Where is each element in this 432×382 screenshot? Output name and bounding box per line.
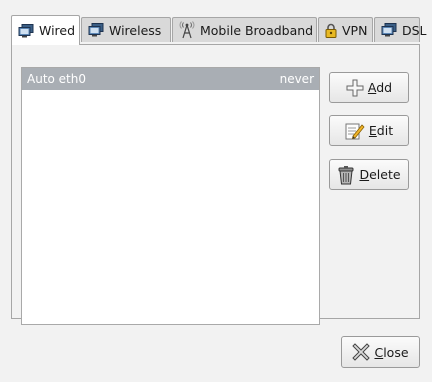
list-item[interactable]: Auto eth0 never <box>22 68 319 90</box>
tab-bar: Wired Wireless Mobile Broadband VPN DSL <box>11 15 427 45</box>
add-icon <box>346 79 364 97</box>
connection-last-used: never <box>279 72 314 86</box>
network-wireless-icon <box>88 23 104 37</box>
tab-label: Mobile Broadband <box>200 22 314 38</box>
tab-wireless[interactable]: Wireless <box>81 17 171 42</box>
delete-label: Delete <box>359 167 401 182</box>
tab-label: VPN <box>342 22 368 38</box>
trash-icon <box>337 165 355 185</box>
network-dsl-icon <box>381 23 397 37</box>
wired-tab-page: Auto eth0 never Add Edit Delete <box>11 44 420 325</box>
tab-dsl[interactable]: DSL <box>374 17 427 42</box>
edit-label: Edit <box>368 123 394 138</box>
edit-icon <box>345 121 365 141</box>
tab-vpn[interactable]: VPN <box>318 17 373 42</box>
antenna-icon <box>179 21 195 39</box>
tab-label: Wireless <box>109 22 162 38</box>
tab-wired[interactable]: Wired <box>11 15 80 45</box>
network-wired-icon <box>18 23 34 38</box>
edit-button[interactable]: Edit <box>329 115 409 146</box>
delete-button[interactable]: Delete <box>329 159 409 190</box>
add-label: Add <box>367 80 393 95</box>
lock-icon <box>325 23 337 38</box>
tab-label: DSL <box>402 22 427 38</box>
connections-list[interactable]: Auto eth0 never <box>21 67 320 325</box>
add-button[interactable]: Add <box>329 72 409 103</box>
close-label: Close <box>374 344 409 360</box>
connection-name: Auto eth0 <box>27 72 87 86</box>
tab-label: Wired <box>39 23 76 38</box>
tab-mobile-broadband[interactable]: Mobile Broadband <box>172 17 317 42</box>
close-button[interactable]: Close <box>341 336 420 368</box>
connection-type-notebook: Wired Wireless Mobile Broadband VPN DSL … <box>11 15 427 325</box>
close-icon <box>352 343 371 361</box>
